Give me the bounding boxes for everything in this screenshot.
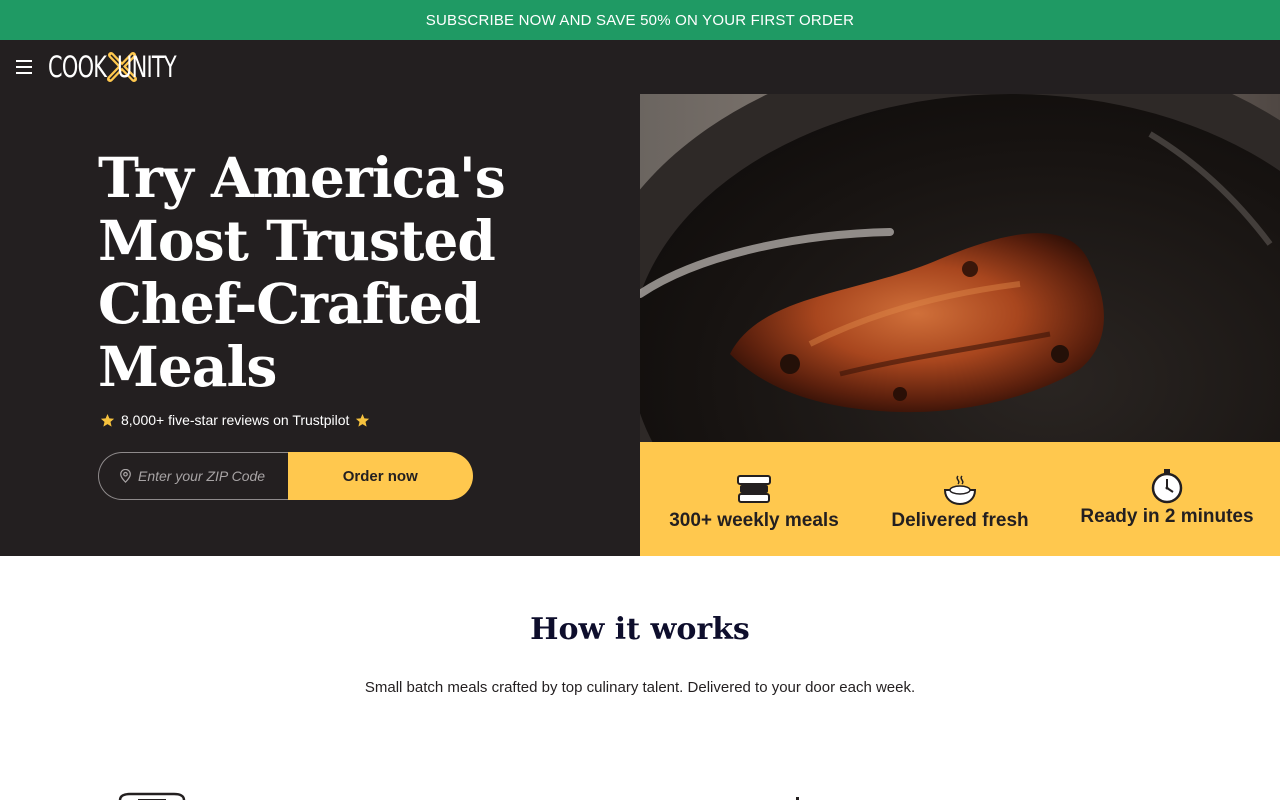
order-now-button[interactable]: Order now — [287, 452, 473, 500]
site-header: COOK UNITY — [0, 40, 1280, 94]
how-it-works-title: How it works — [530, 612, 750, 647]
feature-delivered-fresh: Delivered fresh — [870, 472, 1050, 532]
zip-code-input[interactable] — [138, 468, 278, 484]
hamburger-icon-line — [16, 66, 32, 68]
logo[interactable]: COOK UNITY — [48, 52, 199, 82]
hamburger-icon — [16, 60, 32, 62]
feature-label: 300+ weekly meals — [669, 510, 839, 531]
location-pin-icon — [120, 469, 131, 483]
star-icon — [100, 413, 115, 427]
feature-weekly-meals: 300+ weekly meals — [664, 472, 844, 532]
logo-word-cook: COOK — [48, 50, 107, 84]
steaming-bowl-icon — [943, 475, 977, 506]
feature-ready-fast: Ready in 2 minutes — [1077, 468, 1257, 528]
promo-banner[interactable]: SUBSCRIBE NOW AND SAVE 50% ON YOUR FIRST… — [0, 0, 1280, 40]
trustpilot-reviews: 8,000+ five-star reviews on Trustpilot — [100, 412, 370, 428]
feature-label: Ready in 2 minutes — [1080, 506, 1254, 527]
star-icon — [356, 413, 370, 427]
how-it-works-subtitle: Small batch meals crafted by top culinar… — [364, 679, 916, 696]
menu-button[interactable] — [16, 60, 34, 74]
zip-form: Order now — [98, 452, 473, 500]
zip-field[interactable] — [98, 452, 288, 500]
reviews-text: 8,000+ five-star reviews on Trustpilot — [121, 412, 350, 428]
promo-text[interactable]: SUBSCRIBE NOW AND SAVE 50% ON YOUR FIRST… — [426, 12, 854, 29]
menu-card-icon — [118, 792, 186, 800]
meal-containers-icon — [737, 475, 771, 503]
features-bar: 300+ weekly meals Delivered fresh Ready … — [640, 442, 1280, 556]
hamburger-icon-line — [16, 72, 32, 74]
feature-label: Delivered fresh — [891, 510, 1029, 531]
hero-food-image — [640, 94, 1280, 442]
hero-section: Try America's Most Trusted Chef-Crafted … — [0, 94, 640, 556]
stopwatch-icon — [1151, 469, 1183, 504]
hero-food-photo — [640, 94, 1280, 442]
step-icon-fragment — [796, 797, 799, 800]
hero-title: Try America's Most Trusted Chef-Crafted … — [98, 145, 506, 399]
logo-word-unity: UNITY — [116, 50, 177, 84]
